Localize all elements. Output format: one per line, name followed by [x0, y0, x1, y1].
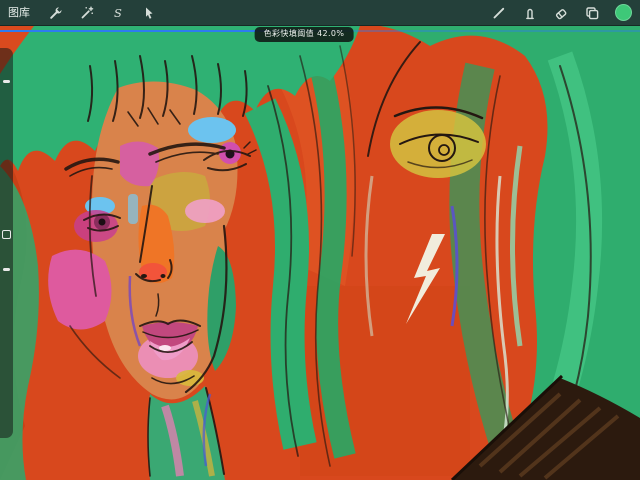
selection-icon: S: [110, 5, 126, 21]
transform-button[interactable]: [140, 4, 158, 22]
modify-button[interactable]: [2, 230, 11, 239]
top-toolbar: 图库 S: [0, 0, 640, 26]
threshold-progress: [0, 30, 269, 32]
color-swatch: [615, 4, 632, 21]
sidebar: [0, 48, 13, 438]
smudge-button[interactable]: [521, 4, 539, 22]
svg-text:S: S: [114, 6, 122, 20]
layers-icon: [584, 5, 600, 21]
color-button[interactable]: [614, 4, 632, 22]
brush-icon: [491, 5, 507, 21]
gallery-button[interactable]: 图库: [8, 0, 30, 26]
painting-image: [0, 26, 640, 480]
smudge-icon: [522, 5, 538, 21]
erase-button[interactable]: [552, 4, 570, 22]
opacity-slider-handle[interactable]: [3, 268, 10, 271]
actions-button[interactable]: [47, 4, 65, 22]
right-tool-group: [490, 4, 632, 22]
canvas[interactable]: 色彩快填阈值 42.0%: [0, 26, 640, 480]
magic-wand-icon: [79, 5, 95, 21]
adjustments-button[interactable]: [78, 4, 96, 22]
wrench-icon: [48, 5, 64, 21]
eraser-icon: [553, 5, 569, 21]
brush-size-slider-handle[interactable]: [3, 80, 10, 83]
transform-arrow-icon: [141, 5, 157, 21]
procreate-app: 图库 S: [0, 0, 640, 480]
colordrop-threshold-badge: 色彩快填阈值 42.0%: [255, 27, 354, 42]
paint-button[interactable]: [490, 4, 508, 22]
left-tool-group: 图库 S: [8, 0, 158, 26]
selection-button[interactable]: S: [109, 4, 127, 22]
layers-button[interactable]: [583, 4, 601, 22]
